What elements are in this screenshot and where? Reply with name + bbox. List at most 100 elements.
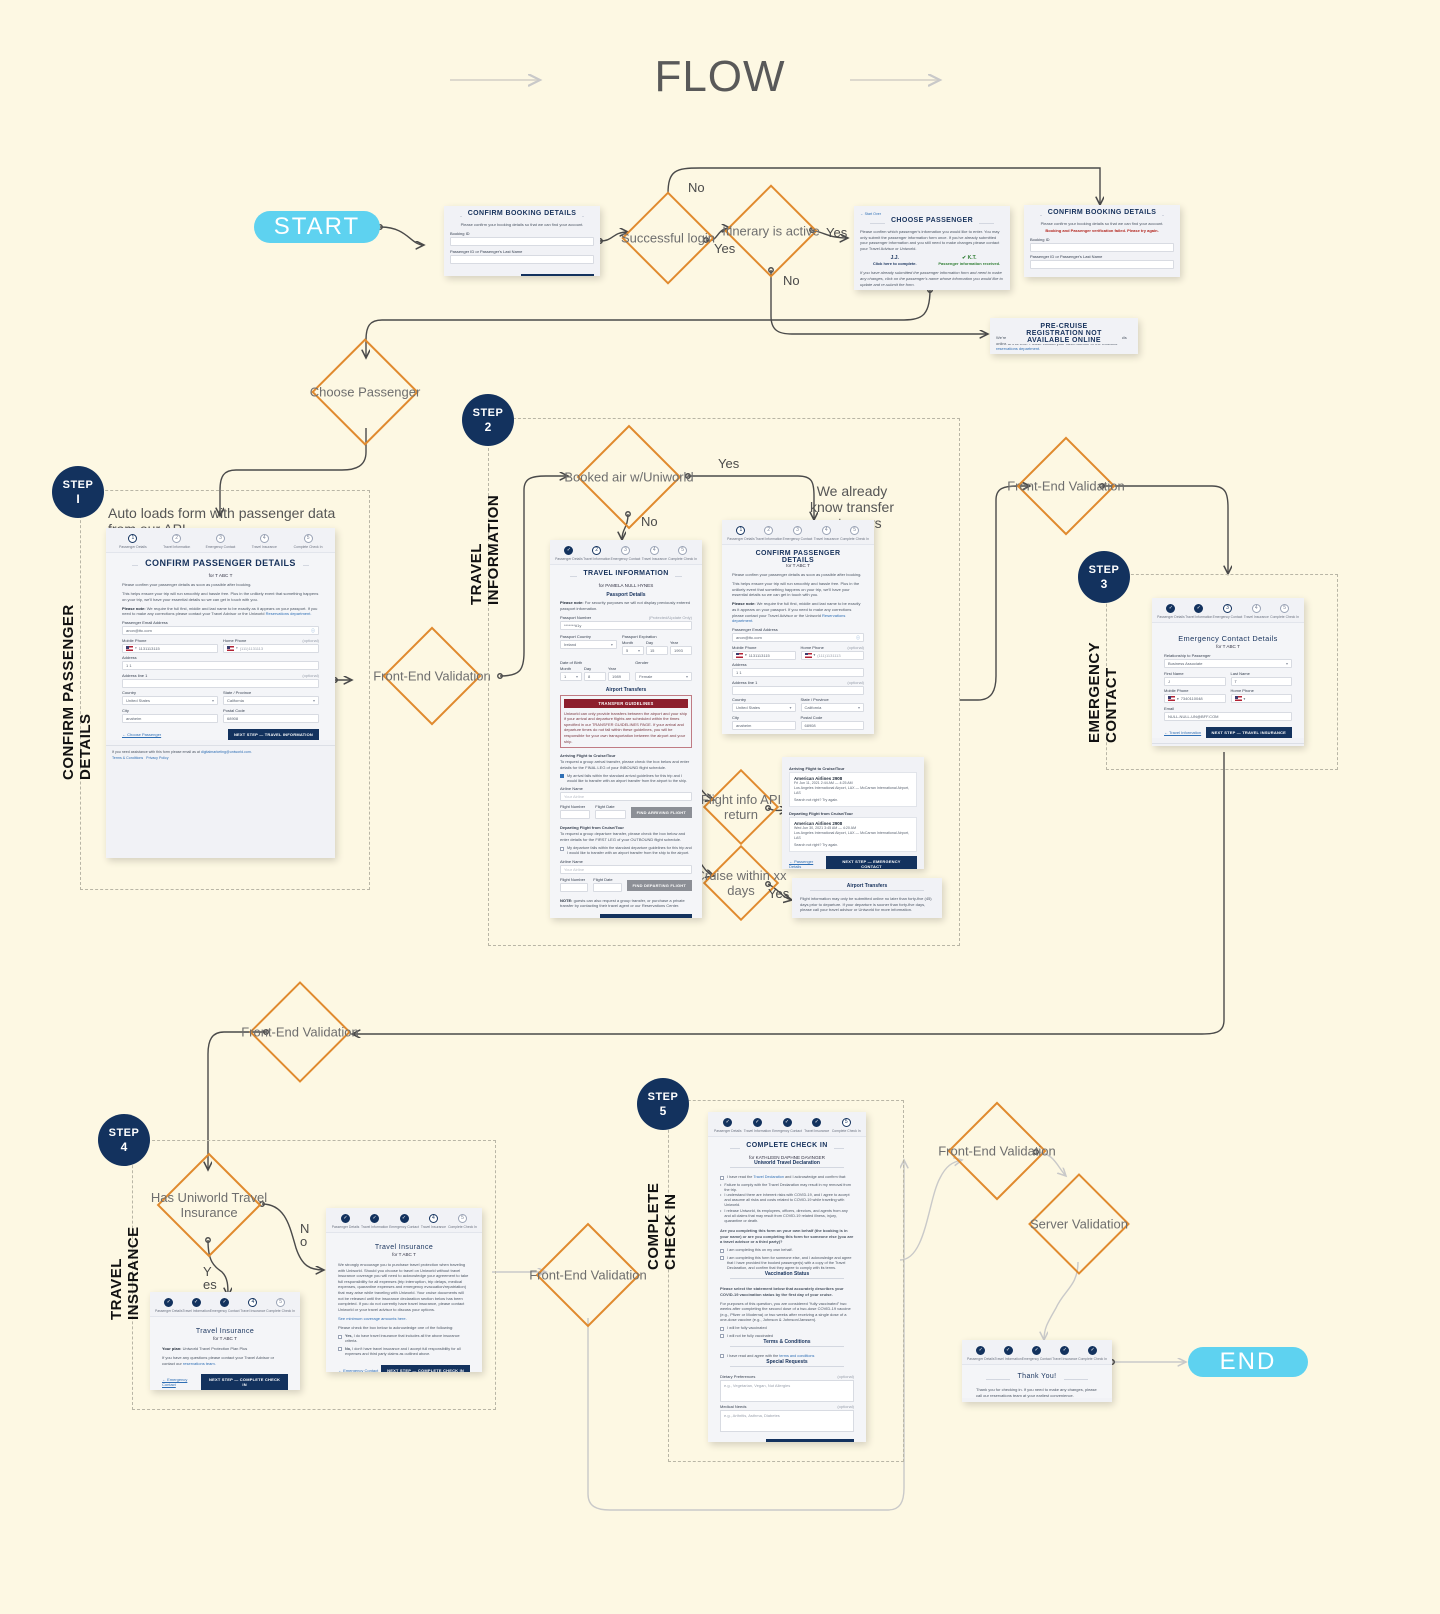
- checkbox-icon[interactable]: [720, 1248, 724, 1253]
- decision-front-end-validation-step5[interactable]: Front-End Validation: [529, 1222, 647, 1328]
- insurance-yes-row[interactable]: Yes, I do have travel insurance that inc…: [338, 1334, 470, 1344]
- decision-itinerary-active[interactable]: Itinerary is active: [722, 184, 820, 278]
- stepper-step-1[interactable]: ✓ Passenger Details: [713, 1118, 743, 1133]
- stepper-step-1[interactable]: ✓ Passenger Details: [1157, 604, 1185, 619]
- gender-select[interactable]: Female: [635, 671, 692, 681]
- next-step-button[interactable]: NEXT STEP — EMERGENCY CONTACT: [825, 855, 917, 869]
- country-select[interactable]: United States: [732, 703, 796, 713]
- next-step-button[interactable]: NEXT STEP — TRAVEL INFORMATION: [227, 728, 319, 740]
- stepper-step-1[interactable]: ✓ Passenger Details: [155, 1298, 183, 1313]
- arriving-retry-link[interactable]: Search not right? Try again.: [794, 798, 912, 803]
- own-behalf-option-2[interactable]: I am completing this form for someone el…: [720, 1256, 854, 1271]
- stepper-step-2[interactable]: 2 Travel Information: [583, 546, 611, 561]
- passenger-option-2[interactable]: ✔ K.T. Passenger information received.: [935, 255, 1005, 266]
- checkbox-icon[interactable]: [560, 846, 564, 851]
- decision-front-end-validation-step2[interactable]: Front-End Validation: [373, 626, 491, 726]
- exp-year-input[interactable]: 1993: [669, 646, 692, 656]
- own-behalf-option-1[interactable]: I am completing this on my own behalf.: [720, 1248, 854, 1253]
- postal-input[interactable]: 68908: [800, 720, 864, 730]
- decision-front-end-validation-step3[interactable]: Front-End Validation: [1007, 436, 1125, 536]
- decision-server-validation[interactable]: Server Validation: [1028, 1173, 1130, 1275]
- screen-emergency-contact[interactable]: ✓ Passenger Details ✓ Travel Information 3…: [1152, 598, 1304, 746]
- stepper-step-3[interactable]: ✓ Emergency Contact: [210, 1298, 240, 1313]
- postal-input[interactable]: 68908: [223, 713, 319, 723]
- stepper-step-5[interactable]: 5 Complete Check In: [448, 1214, 477, 1229]
- screen-confirm-booking-details-error[interactable]: CONFIRM BOOKING DETAILS Please confirm y…: [1024, 205, 1180, 277]
- insurance-no-row[interactable]: No, I don't have travel insurance and I …: [338, 1347, 470, 1357]
- checkbox-icon[interactable]: [338, 1347, 342, 1352]
- terms-link[interactable]: Terms & Conditions: [112, 756, 143, 760]
- stepper-step-2[interactable]: ✓ Travel Information: [1185, 604, 1213, 619]
- stepper-step-4[interactable]: 4 Travel Insurance: [1242, 604, 1270, 619]
- stepper-step-1[interactable]: 1 Passenger Details: [727, 526, 755, 541]
- country-select[interactable]: United States: [122, 696, 218, 706]
- screen-confirm-passenger-details[interactable]: 1 Passenger Details 2 Travel Information 3…: [106, 528, 335, 858]
- back-link[interactable]: ← Emergency Contact: [162, 1377, 201, 1387]
- screen-choose-passenger[interactable]: ← Start Over CHOOSE PASSENGER Please con…: [854, 206, 1010, 290]
- travel-declaration-link[interactable]: Travel Declaration: [753, 1175, 784, 1179]
- back-link[interactable]: ← Passenger Details: [789, 859, 826, 869]
- stepper-step-5[interactable]: 5 Complete Check In: [840, 526, 869, 541]
- next-step-button[interactable]: NEXT STEP — TRAVEL INSURANCE: [1205, 726, 1292, 738]
- stepper-step-5[interactable]: 5 Complete Check In: [668, 546, 697, 561]
- checkbox-icon[interactable]: [720, 1175, 724, 1180]
- stepper-step-4[interactable]: 4 Travel Insurance: [812, 526, 840, 541]
- find-departing-flight-button[interactable]: FIND DEPARTING FLIGHT: [626, 879, 692, 891]
- stepper-step-3[interactable]: 3 Emergency Contact: [783, 526, 812, 541]
- stepper-step-1[interactable]: ✓ Passenger Details: [555, 546, 583, 561]
- back-link[interactable]: ← Passenger Details: [560, 917, 598, 918]
- dietary-textarea[interactable]: e.g., Vegetarian, Vegan, Nut Allergies: [720, 1379, 854, 1402]
- arriving-flight-date-input[interactable]: [595, 810, 626, 820]
- next-step-button[interactable]: NEXT STEP — COMPLETE CHECK IN: [381, 1364, 470, 1372]
- stepper-step-2[interactable]: 2 Travel Information: [155, 534, 199, 549]
- stepper-step-3[interactable]: 3 Emergency Contact: [611, 546, 640, 561]
- booking-id-input[interactable]: [450, 237, 594, 247]
- stepper-step-3[interactable]: 3 Emergency Contact: [199, 534, 243, 549]
- stepper-step-5[interactable]: 5 Complete Check In: [286, 534, 330, 549]
- first-name-input[interactable]: J: [1164, 676, 1226, 686]
- departing-airline-input[interactable]: Your Airline: [560, 864, 692, 874]
- screen-confirm-booking-details[interactable]: CONFIRM BOOKING DETAILS Please confirm y…: [444, 206, 600, 276]
- stepper-step-4[interactable]: 4 Travel Insurance: [240, 1298, 267, 1313]
- submit-passenger-information-button[interactable]: SUBMIT PASSENGER INFORMATION: [766, 1439, 854, 1442]
- stepper-step-5[interactable]: 5 Complete Check In: [266, 1298, 295, 1313]
- decision-front-end-validation-step4[interactable]: Front-End Validation: [241, 981, 359, 1083]
- find-arriving-flight-button[interactable]: FIND ARRIVING FLIGHT: [630, 807, 692, 819]
- dob-day-input[interactable]: 8: [584, 671, 607, 681]
- relationship-select[interactable]: Business Associate: [1164, 659, 1292, 668]
- screen-travel-insurance-has[interactable]: ✓ Passenger Details ✓ Travel Information ✓…: [150, 1292, 300, 1390]
- stepper-step-2[interactable]: ✓ Travel Information: [743, 1118, 773, 1133]
- dob-month-select[interactable]: 1: [560, 671, 583, 681]
- arriving-flight-number-input[interactable]: [560, 810, 591, 820]
- stepper-step-4[interactable]: ✓ Travel Insurance: [802, 1118, 832, 1133]
- state-select[interactable]: California: [800, 703, 864, 713]
- privacy-link[interactable]: Privacy Policy: [146, 756, 168, 760]
- departing-flight-date-input[interactable]: [593, 882, 622, 892]
- vaccination-option-1[interactable]: I will be fully vaccinated: [720, 1326, 854, 1331]
- medical-textarea[interactable]: e.g., Arthritis, Asthma, Diabetes: [720, 1410, 854, 1433]
- stepper-step-2[interactable]: ✓ Travel Information: [183, 1298, 210, 1313]
- email-input[interactable]: NULL-NULL-UN@BFF.COM: [1164, 711, 1292, 721]
- start-node[interactable]: START: [254, 211, 380, 243]
- reservations-link[interactable]: reservations team.: [183, 1361, 216, 1366]
- home-input[interactable]: ▾: [1230, 694, 1292, 703]
- next-step-button[interactable]: NEXT STEP — EMERGENCY CONTACT: [599, 913, 692, 918]
- end-node[interactable]: END: [1188, 1347, 1308, 1377]
- stepper-step-5[interactable]: ✓ Complete Check In: [1078, 1346, 1107, 1361]
- stepper-step-1[interactable]: ✓ Passenger Details: [967, 1346, 995, 1361]
- screen-thank-you[interactable]: ✓ Passenger Details ✓ Travel Information ✓…: [962, 1340, 1112, 1402]
- city-input[interactable]: anaheim: [732, 720, 796, 730]
- arriving-airline-input[interactable]: Your Airline: [560, 792, 692, 802]
- departing-flight-number-input[interactable]: [560, 882, 589, 892]
- terms-conditions-link[interactable]: terms and conditions: [779, 1354, 814, 1358]
- passenger-option-1[interactable]: J.J. Click here to complete.: [860, 255, 930, 266]
- stepper-step-2[interactable]: ✓ Travel Information: [360, 1214, 389, 1229]
- passport-country-select[interactable]: Ireland: [560, 640, 617, 650]
- dob-year-input[interactable]: 1989: [608, 671, 631, 681]
- confirm-booking-button[interactable]: CONFIRM BOOKING DETAILS: [520, 273, 594, 276]
- city-input[interactable]: anaheim: [122, 713, 218, 723]
- stepper-step-1[interactable]: 1 Passenger Details: [111, 534, 155, 549]
- stepper-step-4[interactable]: 4 Travel Insurance: [640, 546, 668, 561]
- last-name-input[interactable]: T: [1230, 676, 1292, 686]
- checkbox-icon[interactable]: [720, 1334, 724, 1339]
